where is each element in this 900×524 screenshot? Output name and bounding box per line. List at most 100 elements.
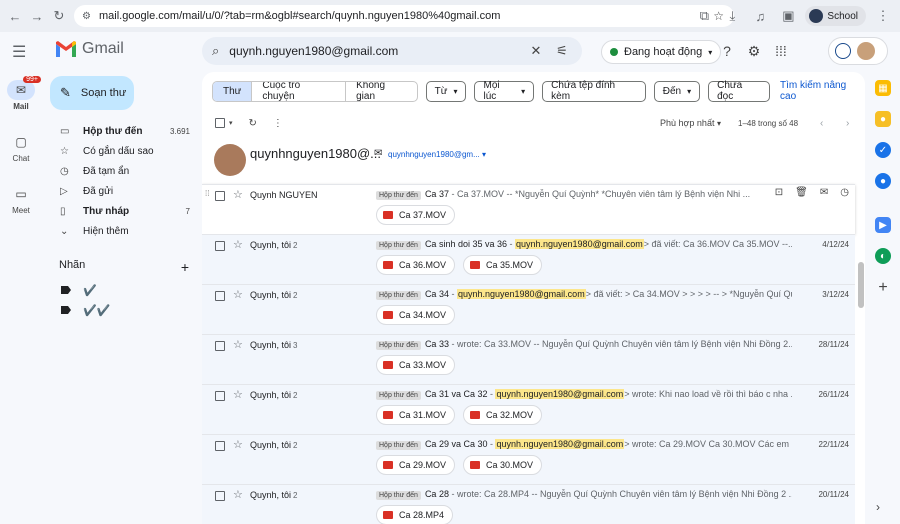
gmail-logo[interactable]: Gmail bbox=[56, 40, 124, 58]
row-checkbox[interactable] bbox=[215, 241, 225, 251]
contacts-icon[interactable]: ● bbox=[875, 173, 891, 189]
media-icon[interactable]: ♫ bbox=[749, 5, 771, 27]
apps-grid-icon[interactable]: ⁞⁞⁞ bbox=[772, 42, 790, 60]
add-label-icon[interactable]: + bbox=[181, 259, 189, 275]
email-row[interactable]: ☆ Quynh, tôi 3 Hộp thư đến Ca 33 - wrote: Ca… bbox=[202, 334, 855, 384]
search-options-icon[interactable]: ⚟ bbox=[552, 43, 572, 59]
status-button[interactable]: Đang hoạt động ▾ bbox=[601, 40, 722, 64]
filter-has-attachment[interactable]: Chứa tệp đính kèm bbox=[542, 80, 646, 102]
filter-any-time[interactable]: Mọi lúc ▾ bbox=[474, 80, 535, 102]
attachment-chip[interactable]: Ca 32.MOV bbox=[463, 405, 543, 425]
star-icon[interactable]: ☆ bbox=[233, 388, 243, 401]
nav-item[interactable]: ▷ Đã gửi bbox=[50, 181, 196, 201]
delete-icon[interactable]: 🗑 bbox=[795, 187, 808, 198]
attachment-chip[interactable]: Ca 34.MOV bbox=[376, 305, 456, 325]
search-input[interactable]: quynh.nguyen1980@gmail.com bbox=[229, 44, 520, 58]
email-row[interactable]: ⁞⁞ ☆ Quynh NGUYEN Hộp thư đến Ca 37 - Ca 37.… bbox=[202, 184, 855, 234]
contact-email[interactable]: quynhnguyen1980@gm... ▾ bbox=[388, 150, 486, 159]
extensions-icon[interactable]: ⧉ bbox=[693, 5, 715, 27]
star-icon[interactable]: ☆ bbox=[233, 488, 243, 501]
attachment-chip[interactable]: Ca 30.MOV bbox=[463, 455, 543, 475]
search-icon[interactable]: ⌕ bbox=[212, 43, 219, 59]
more-menu-icon[interactable]: ⋮ bbox=[872, 5, 894, 27]
label-item[interactable]: ✔️✔️ bbox=[61, 303, 110, 317]
keep-icon[interactable]: ● bbox=[875, 111, 891, 127]
attachment-chip[interactable]: Ca 28.MP4 bbox=[376, 505, 454, 524]
compose-button[interactable]: ✎ Soạn thư bbox=[50, 76, 134, 110]
archive-icon[interactable]: ⊡ bbox=[775, 187, 783, 198]
attachment-chip[interactable]: Ca 33.MOV bbox=[376, 355, 456, 375]
select-menu-icon[interactable]: ▾ bbox=[229, 119, 233, 127]
star-icon[interactable]: ☆ bbox=[233, 288, 243, 301]
back-icon[interactable]: ← bbox=[4, 5, 26, 27]
clear-search-icon[interactable]: ✕ bbox=[526, 43, 546, 59]
star-icon[interactable]: ☆ bbox=[233, 438, 243, 451]
nav-item[interactable]: ▭ Hộp thư đến 3.691 bbox=[50, 121, 196, 141]
email-row[interactable]: ☆ Quynh, tôi 2 Hộp thư đến Ca 34 - quynh.ngu… bbox=[202, 284, 855, 334]
scrollbar[interactable] bbox=[858, 262, 864, 308]
star-icon[interactable]: ☆ bbox=[233, 338, 243, 351]
row-checkbox[interactable] bbox=[215, 441, 225, 451]
mark-unread-icon[interactable]: ✉ bbox=[820, 187, 828, 198]
add-addon-icon[interactable]: + bbox=[872, 279, 894, 297]
forward-icon[interactable]: → bbox=[26, 5, 48, 27]
addon-icon[interactable]: ◐ bbox=[875, 248, 891, 264]
account-switcher[interactable] bbox=[828, 37, 888, 65]
search-bar[interactable]: ⌕ quynh.nguyen1980@gmail.com ✕ ⚟ bbox=[202, 37, 582, 65]
inbox-label-badge[interactable]: Hộp thư đến bbox=[376, 341, 421, 350]
site-info-icon[interactable]: ⚙ bbox=[82, 11, 91, 22]
rail-mail[interactable]: ✉ 99+ Mail bbox=[0, 76, 42, 132]
snooze-icon[interactable]: ◷ bbox=[840, 187, 849, 198]
tab-spaces[interactable]: Không gian bbox=[346, 82, 417, 101]
drag-handle-icon[interactable]: ⁞⁞ bbox=[205, 189, 209, 198]
inbox-label-badge[interactable]: Hộp thư đến bbox=[376, 391, 421, 400]
help-icon[interactable]: ? bbox=[718, 42, 736, 60]
calendar-icon[interactable]: ▦ bbox=[875, 80, 891, 96]
inbox-label-badge[interactable]: Hộp thư đến bbox=[376, 441, 421, 450]
attachment-chip[interactable]: Ca 29.MOV bbox=[376, 455, 456, 475]
inbox-label-badge[interactable]: Hộp thư đến bbox=[376, 291, 421, 300]
label-item[interactable]: ✔️ bbox=[61, 283, 97, 297]
nav-item[interactable]: ▯ Thư nháp 7 bbox=[50, 201, 196, 221]
nav-item[interactable]: ⌄ Hiện thêm bbox=[50, 221, 196, 241]
row-checkbox[interactable] bbox=[215, 291, 225, 301]
row-checkbox[interactable] bbox=[215, 341, 225, 351]
inbox-label-badge[interactable]: Hộp thư đến bbox=[376, 491, 421, 500]
sort-dropdown[interactable]: Phù hợp nhất ▾ bbox=[660, 118, 721, 128]
profile-button[interactable]: School bbox=[805, 6, 866, 26]
attachment-chip[interactable]: Ca 31.MOV bbox=[376, 405, 456, 425]
sidepanel-icon[interactable]: ▣ bbox=[777, 5, 799, 27]
address-bar[interactable]: ⚙ mail.google.com/mail/u/0/?tab=rm&ogbl#… bbox=[74, 5, 734, 27]
email-row[interactable]: ☆ Quynh, tôi 2 Hộp thư đến Ca 28 - wrote: Ca… bbox=[202, 484, 855, 524]
contact-card[interactable]: quynhnguyen1980@... ✉ quynhnguyen1980@gm… bbox=[214, 144, 854, 182]
reload-icon[interactable]: ↻ bbox=[48, 5, 70, 27]
inbox-label-badge[interactable]: Hộp thư đến bbox=[376, 191, 421, 200]
row-checkbox[interactable] bbox=[215, 391, 225, 401]
advanced-search-link[interactable]: Tìm kiếm nâng cao bbox=[780, 80, 865, 102]
rail-chat[interactable]: ▢ Chat bbox=[0, 132, 42, 184]
attachment-chip[interactable]: Ca 36.MOV bbox=[376, 255, 456, 275]
zoom-icon[interactable]: ▶ bbox=[875, 217, 891, 233]
prev-page-icon[interactable]: ‹ bbox=[820, 118, 823, 129]
filter-unread[interactable]: Chưa đọc bbox=[708, 80, 771, 102]
email-row[interactable]: ☆ Quynh, tôi 2 Hộp thư đến Ca sinh doi 35 va… bbox=[202, 234, 855, 284]
select-all-checkbox[interactable] bbox=[215, 118, 225, 128]
nav-item[interactable]: ◷ Đã tạm ẩn bbox=[50, 161, 196, 181]
row-checkbox[interactable] bbox=[215, 491, 225, 501]
star-icon[interactable]: ☆ bbox=[233, 188, 243, 201]
inbox-label-badge[interactable]: Hộp thư đến bbox=[376, 241, 421, 250]
attachment-chip[interactable]: Ca 37.MOV bbox=[376, 205, 456, 225]
filter-from[interactable]: Từ ▾ bbox=[425, 80, 467, 102]
next-page-icon[interactable]: › bbox=[846, 118, 849, 129]
download-icon[interactable]: ⤓ bbox=[721, 5, 743, 27]
main-menu-icon[interactable]: ☰ bbox=[12, 42, 32, 62]
refresh-icon[interactable]: ↻ bbox=[249, 118, 257, 129]
nav-item[interactable]: ☆ Có gắn dấu sao bbox=[50, 141, 196, 161]
rail-meet[interactable]: ▭ Meet bbox=[0, 184, 42, 236]
email-row[interactable]: ☆ Quynh, tôi 2 Hộp thư đến Ca 31 va Ca 32 - … bbox=[202, 384, 855, 434]
email-row[interactable]: ☆ Quynh, tôi 2 Hộp thư đến Ca 29 va Ca 30 - … bbox=[202, 434, 855, 484]
more-options-icon[interactable]: ⋮ bbox=[273, 118, 283, 129]
settings-icon[interactable]: ⚙ bbox=[745, 42, 763, 60]
tab-conversations[interactable]: Cuộc trò chuyện bbox=[252, 81, 347, 101]
row-checkbox[interactable] bbox=[215, 191, 225, 201]
